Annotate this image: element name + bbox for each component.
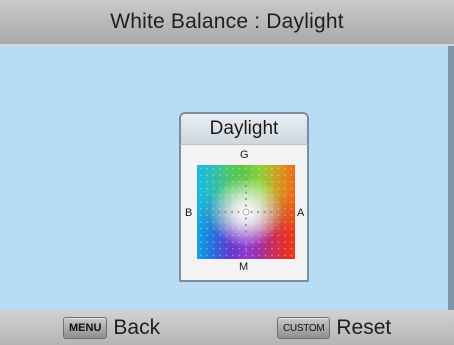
axis-label-amber: A bbox=[297, 207, 305, 219]
page-title: White Balance : Daylight bbox=[110, 10, 344, 33]
back-label: Back bbox=[113, 316, 161, 339]
header-bar: White Balance : Daylight bbox=[0, 0, 454, 46]
reset-button[interactable]: CUSTOM Reset bbox=[277, 314, 391, 342]
color-grid-graphic bbox=[197, 165, 295, 259]
panel-title-box: Daylight bbox=[179, 112, 309, 144]
panel-title: Daylight bbox=[209, 118, 279, 139]
custom-key-icon: CUSTOM bbox=[277, 317, 331, 339]
white-balance-grid[interactable] bbox=[197, 165, 295, 259]
back-button[interactable]: MENU Back bbox=[63, 314, 160, 342]
white-balance-cursor bbox=[242, 208, 250, 216]
axis-label-blue: B bbox=[185, 207, 193, 219]
panel-body: G M B A bbox=[179, 144, 309, 282]
axis-label-green: G bbox=[240, 149, 249, 161]
axis-label-magenta: M bbox=[239, 261, 249, 273]
white-balance-panel: Daylight G M B A bbox=[179, 112, 309, 282]
menu-key-icon: MENU bbox=[63, 317, 108, 339]
reset-label: Reset bbox=[336, 316, 392, 339]
footer-bar: MENU Back CUSTOM Reset bbox=[0, 310, 454, 345]
right-edge-bar bbox=[448, 46, 454, 310]
